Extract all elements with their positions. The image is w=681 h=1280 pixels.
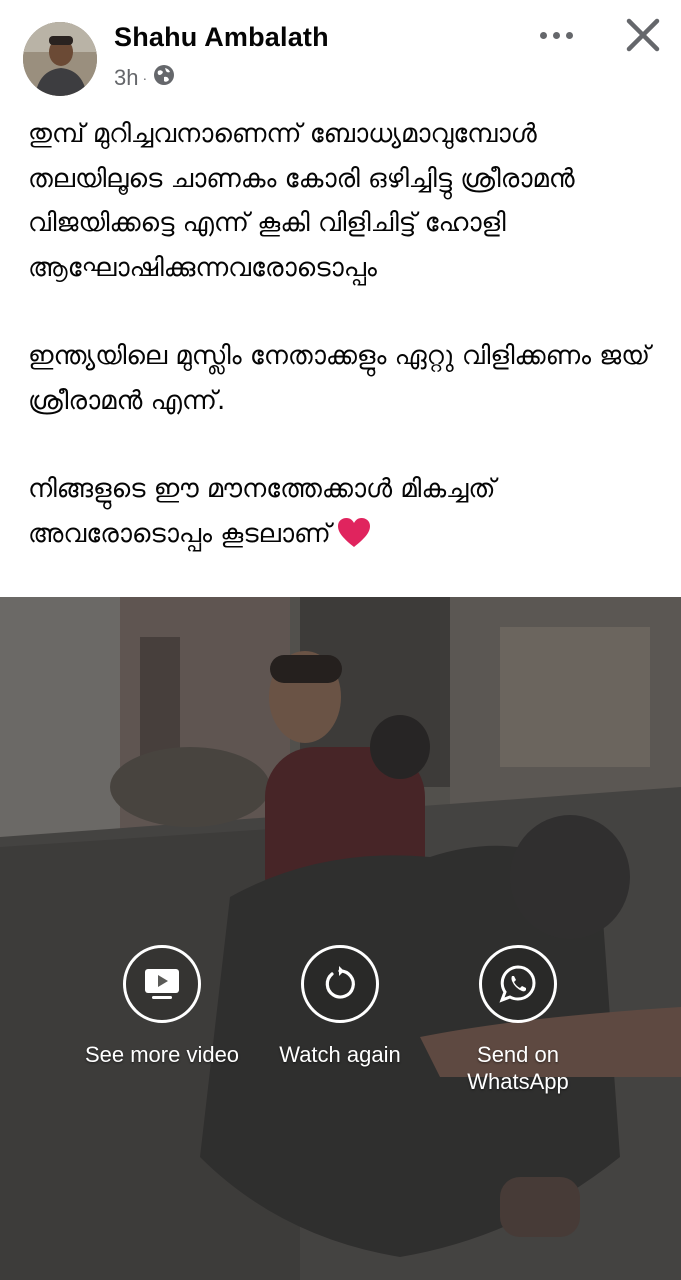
send-on-whatsapp-button[interactable]: Send on WhatsApp [408,945,628,1095]
post-paragraph-3: നിങ്ങളുടെ ഈ മൗനത്തേക്കാൾ മികച്ചത് അവരോടൊ… [28,467,668,562]
video-dim-overlay [0,597,681,1280]
post-header: Shahu Ambalath 3h · [0,0,681,104]
more-dot [565,31,573,39]
close-icon [626,18,660,52]
post-paragraph-3-text: നിങ്ങളുടെ ഈ മൗനത്തേക്കാൾ മികച്ചത് അവരോടൊ… [28,474,496,549]
video-player[interactable] [0,597,681,1280]
video-play-icon [123,945,201,1023]
author-name[interactable]: Shahu Ambalath [114,22,329,53]
post-meta: 3h · [114,64,175,92]
post-paragraph-2: ഇന്ത്യയിലെ മുസ്ലിം നേതാക്കളും ഏറ്റു വിളി… [28,341,651,416]
post-paragraph-1: തുമ്പ് മുറിച്ചവനാണെന്ന് ബോധ്യമാവുമ്പോൾ ത… [28,119,575,283]
send-on-whatsapp-label: Send on WhatsApp [467,1042,569,1094]
close-button[interactable] [620,12,666,58]
post-time[interactable]: 3h [114,65,138,91]
avatar[interactable] [23,22,97,96]
whatsapp-icon [479,945,557,1023]
post-body: തുമ്പ് മുറിച്ചവനാണെന്ന് ബോധ്യമാവുമ്പോൾ ത… [28,112,668,562]
more-horizontal-icon [539,31,547,39]
more-options-button[interactable] [534,18,578,52]
red-heart-icon [337,517,371,563]
meta-separator: · [142,70,148,86]
more-dot [552,31,560,39]
replay-icon [301,945,379,1023]
globe-icon[interactable] [153,64,175,92]
